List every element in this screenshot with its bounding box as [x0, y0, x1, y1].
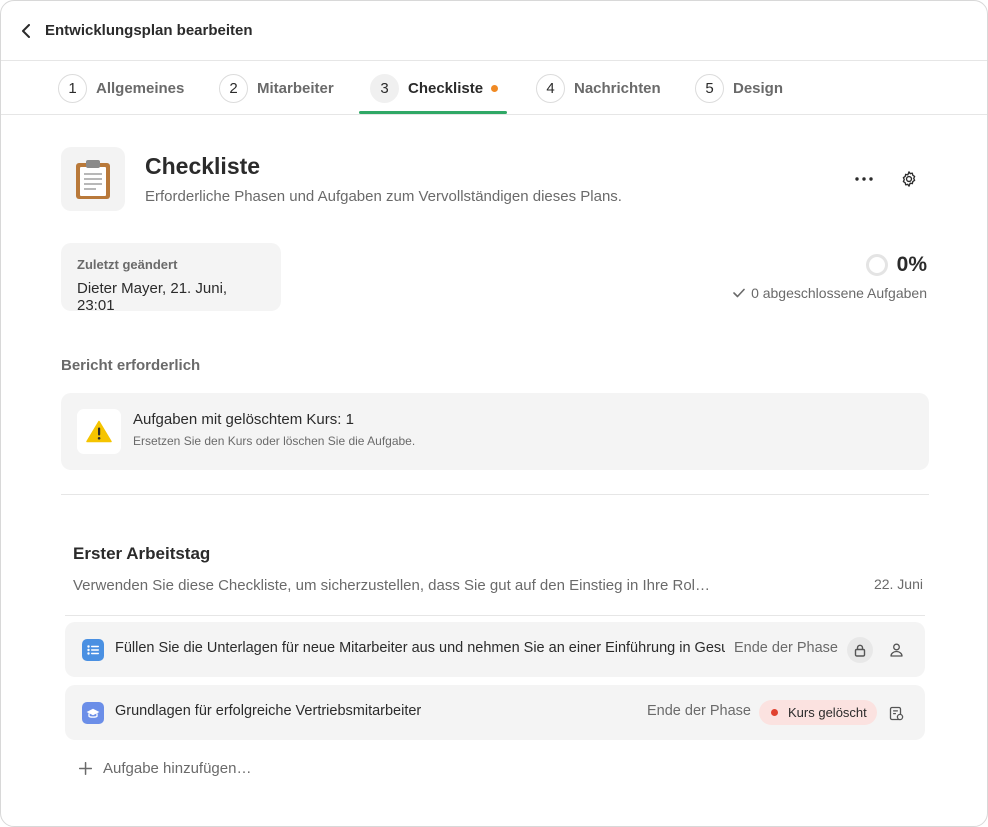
report-title: Aufgaben mit gelöschtem Kurs: 1 [133, 411, 354, 428]
completed-tasks: 0 abgeschlossene Aufgaben [733, 285, 927, 301]
tab-label: Mitarbeiter [257, 79, 334, 97]
task-title: Grundlagen für erfolgreiche Vertriebsmit… [115, 703, 422, 719]
tab-nachrichten[interactable]: 4 Nachrichten [536, 61, 661, 115]
active-tab-underline [359, 111, 507, 114]
tab-number: 4 [536, 73, 565, 103]
badge-label: Kurs gelöscht [788, 705, 867, 720]
clipboard-icon [61, 147, 125, 211]
phase-divider [65, 615, 925, 616]
graduation-cap-icon [82, 702, 104, 724]
task-due: Ende der Phase [647, 703, 751, 719]
last-changed-value: Dieter Mayer, 21. Juni, 23:01 [77, 280, 228, 314]
tab-number: 5 [695, 73, 724, 103]
lock-icon[interactable] [847, 637, 873, 663]
warning-icon [77, 409, 121, 454]
task-title: Füllen Sie die Unterlagen für neue Mitar… [115, 640, 725, 656]
tab-label: Checkliste [408, 79, 484, 97]
report-card: Aufgaben mit gelöschtem Kurs: 1 Ersetzen… [61, 393, 929, 470]
report-description: Ersetzen Sie den Kurs oder löschen Sie d… [133, 434, 416, 448]
page-subtitle: Erforderliche Phasen und Aufgaben zum Ve… [145, 188, 622, 205]
course-deleted-badge: Kurs gelöscht [759, 700, 877, 725]
plus-icon [79, 762, 92, 775]
top-bar: Entwicklungsplan bearbeiten [1, 1, 987, 61]
progress-percent: 0% [896, 253, 927, 276]
phase-title[interactable]: Erster Arbeitstag [73, 544, 210, 564]
task-row[interactable]: Füllen Sie die Unterlagen für neue Mitar… [65, 622, 925, 677]
unsaved-dot-indicator [491, 84, 499, 92]
progress-indicator: 0% [865, 253, 927, 277]
red-dot-icon [771, 709, 778, 716]
tab-number: 3 [370, 73, 399, 103]
window-title: Entwicklungsplan bearbeiten [45, 22, 253, 39]
task-due: Ende der Phase [734, 640, 838, 656]
last-changed-label: Zuletzt geändert [77, 257, 178, 272]
gear-icon[interactable] [896, 166, 922, 192]
tab-label: Allgemeines [96, 79, 185, 97]
tab-checkliste[interactable]: 3 Checkliste [370, 61, 499, 115]
list-icon [82, 639, 104, 661]
completed-tasks-label: 0 abgeschlossene Aufgaben [751, 285, 927, 301]
step-tabs: 1 Allgemeines 2 Mitarbeiter 3 Checkliste… [1, 61, 987, 115]
task-row[interactable]: Grundlagen für erfolgreiche Vertriebsmit… [65, 685, 925, 740]
replace-course-icon[interactable] [883, 700, 909, 726]
edit-plan-window: Entwicklungsplan bearbeiten 1 Allgemeine… [0, 0, 988, 827]
tab-number: 2 [219, 73, 248, 103]
add-task-label: Aufgabe hinzufügen… [103, 760, 252, 777]
more-options-icon[interactable] [851, 167, 877, 191]
back-arrow-icon[interactable] [19, 23, 33, 38]
tab-label: Nachrichten [574, 79, 661, 97]
phase-description: Verwenden Sie diese Checkliste, um siche… [73, 577, 711, 594]
add-task-button[interactable]: Aufgabe hinzufügen… [79, 760, 251, 777]
report-section-label: Bericht erforderlich [61, 357, 201, 374]
tab-mitarbeiter[interactable]: 2 Mitarbeiter [219, 61, 334, 115]
tab-label: Design [733, 79, 784, 97]
page-title: Checkliste [145, 153, 261, 179]
tab-allgemeines[interactable]: 1 Allgemeines [58, 61, 184, 115]
person-icon[interactable] [883, 637, 909, 663]
progress-ring-icon [865, 254, 888, 276]
section-divider [61, 494, 929, 495]
tab-design[interactable]: 5 Design [695, 61, 783, 115]
last-changed-card: Zuletzt geändert Dieter Mayer, 21. Juni,… [61, 243, 281, 314]
check-icon [733, 288, 745, 298]
phase-date: 22. Juni [873, 576, 923, 592]
tab-number: 1 [58, 73, 87, 103]
